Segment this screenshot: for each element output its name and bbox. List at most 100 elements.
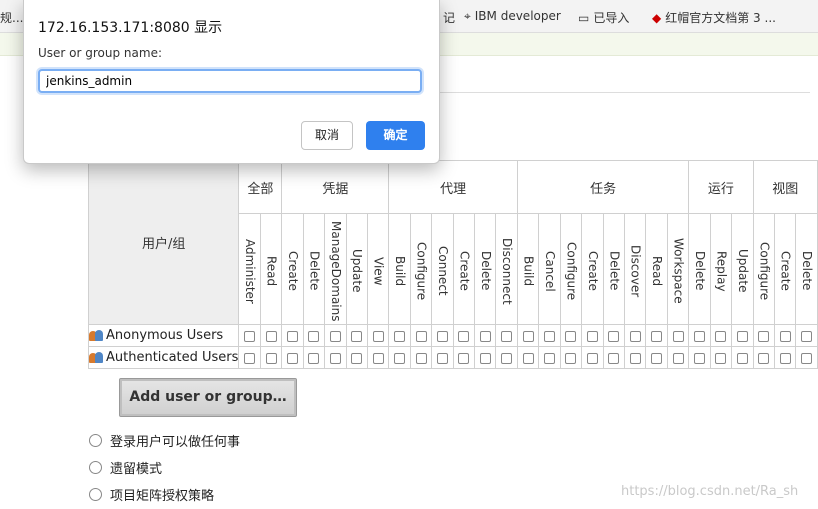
- permission-checkbox[interactable]: [586, 330, 598, 342]
- watermark: https://blog.csdn.net/Ra_sh: [621, 484, 799, 499]
- permission-header: Configure: [752, 213, 775, 325]
- permission-checkbox[interactable]: [351, 330, 363, 342]
- permission-checkbox[interactable]: [394, 352, 406, 364]
- permission-header: Cancel: [538, 213, 561, 325]
- permission-checkbox[interactable]: [608, 330, 620, 342]
- permission-checkbox[interactable]: [265, 352, 277, 364]
- permission-checkbox[interactable]: [629, 352, 641, 364]
- permission-cell: [688, 324, 711, 347]
- permission-cell: [559, 324, 583, 347]
- group-header-run: 运行: [688, 160, 754, 214]
- permission-checkbox[interactable]: [522, 352, 534, 364]
- permission-checkbox[interactable]: [629, 330, 641, 342]
- strategy-option[interactable]: 项目矩阵授权策略: [89, 485, 214, 504]
- permission-checkbox[interactable]: [715, 352, 727, 364]
- permission-checkbox[interactable]: [479, 330, 491, 342]
- permission-checkbox[interactable]: [544, 330, 556, 342]
- permission-checkbox[interactable]: [672, 352, 684, 364]
- permission-checkbox[interactable]: [501, 352, 513, 364]
- permission-checkbox[interactable]: [394, 330, 406, 342]
- radio-button[interactable]: [89, 434, 102, 447]
- radio-button[interactable]: [89, 488, 102, 501]
- permission-checkbox[interactable]: [415, 330, 427, 342]
- permission-header: Create: [773, 213, 797, 325]
- permission-checkbox[interactable]: [329, 352, 341, 364]
- permission-header: Configure: [409, 213, 433, 325]
- bookmark-item[interactable]: 规...: [0, 9, 23, 26]
- permission-checkbox[interactable]: [544, 352, 556, 364]
- permission-checkbox[interactable]: [801, 352, 813, 364]
- permission-cell: [302, 324, 326, 347]
- permission-header: Read: [259, 213, 283, 325]
- permission-checkbox[interactable]: [758, 330, 770, 342]
- permission-checkbox[interactable]: [736, 352, 748, 364]
- permission-header: Delete: [688, 213, 711, 325]
- strategy-option[interactable]: 登录用户可以做任何事: [89, 431, 240, 450]
- bookmark-imported-folder[interactable]: ▭ 已导入: [578, 9, 629, 26]
- permission-checkbox[interactable]: [329, 330, 341, 342]
- permission-checkbox[interactable]: [736, 330, 748, 342]
- permission-checkbox[interactable]: [415, 352, 427, 364]
- permission-checkbox[interactable]: [779, 352, 791, 364]
- permission-cell: [795, 324, 818, 347]
- permission-cell: [259, 346, 283, 369]
- permission-checkbox[interactable]: [672, 330, 684, 342]
- permission-checkbox[interactable]: [715, 330, 727, 342]
- radio-button[interactable]: [89, 461, 102, 474]
- permission-checkbox[interactable]: [501, 330, 513, 342]
- group-header-agent: 代理: [388, 160, 518, 214]
- permission-checkbox[interactable]: [308, 330, 320, 342]
- group-header-overall: 全部: [238, 160, 283, 214]
- permission-checkbox[interactable]: [286, 352, 298, 364]
- permission-checkbox[interactable]: [651, 330, 663, 342]
- permission-header: Read: [645, 213, 668, 325]
- permission-cell: [431, 324, 454, 347]
- permission-checkbox[interactable]: [458, 352, 470, 364]
- permission-checkbox[interactable]: [758, 352, 770, 364]
- permission-checkbox[interactable]: [372, 352, 384, 364]
- ok-button[interactable]: 确定: [366, 121, 425, 150]
- permission-checkbox[interactable]: [265, 330, 277, 342]
- permission-checkbox[interactable]: [436, 352, 448, 364]
- permission-label: Replay: [714, 250, 729, 292]
- bookmark-ibm-developer[interactable]: ⌖ IBM developer: [464, 9, 561, 24]
- permission-checkbox[interactable]: [522, 330, 534, 342]
- prompt-dialog: 172.16.153.171:8080 显示 User or group nam…: [23, 0, 440, 164]
- permission-checkbox[interactable]: [308, 352, 320, 364]
- permission-cell: [795, 346, 818, 369]
- permission-checkbox[interactable]: [458, 330, 470, 342]
- permission-checkbox[interactable]: [586, 352, 598, 364]
- permission-matrix: 用户/组 全部 凭据 代理 任务 运行 视图 Administer Read Cre…: [87, 160, 818, 369]
- user-or-group-name-input[interactable]: [38, 69, 422, 93]
- bookmark-item[interactable]: 记: [443, 9, 455, 26]
- permission-checkbox[interactable]: [693, 352, 705, 364]
- permission-checkbox[interactable]: [565, 352, 577, 364]
- permission-header: Configure: [559, 213, 583, 325]
- permission-checkbox[interactable]: [608, 352, 620, 364]
- permission-checkbox[interactable]: [779, 330, 791, 342]
- permission-checkbox[interactable]: [351, 352, 363, 364]
- redhat-logo-icon: ◆: [652, 11, 662, 25]
- strategy-option[interactable]: 遗留模式: [89, 458, 162, 477]
- permission-checkbox[interactable]: [801, 330, 813, 342]
- permission-cell: [409, 324, 433, 347]
- permission-cell: [495, 324, 518, 347]
- permission-label: Configure: [414, 241, 429, 301]
- permission-checkbox[interactable]: [436, 330, 448, 342]
- permission-checkbox[interactable]: [244, 352, 256, 364]
- permission-checkbox[interactable]: [286, 330, 298, 342]
- permission-checkbox[interactable]: [651, 352, 663, 364]
- bookmark-redhat-docs[interactable]: ◆ 红帽官方文档第 3 ...: [652, 9, 776, 26]
- permission-checkbox[interactable]: [244, 330, 256, 342]
- permission-checkbox[interactable]: [565, 330, 577, 342]
- permission-label: ManageDomains: [328, 220, 343, 322]
- permission-header: ManageDomains: [324, 213, 347, 325]
- permission-checkbox[interactable]: [479, 352, 491, 364]
- permission-checkbox[interactable]: [693, 330, 705, 342]
- permission-cell: [474, 346, 497, 369]
- permission-header: Build: [516, 213, 540, 325]
- add-user-or-group-button[interactable]: Add user or group…: [119, 378, 297, 417]
- permission-checkbox[interactable]: [372, 330, 384, 342]
- permission-cell: [409, 346, 433, 369]
- cancel-button[interactable]: 取消: [301, 121, 353, 150]
